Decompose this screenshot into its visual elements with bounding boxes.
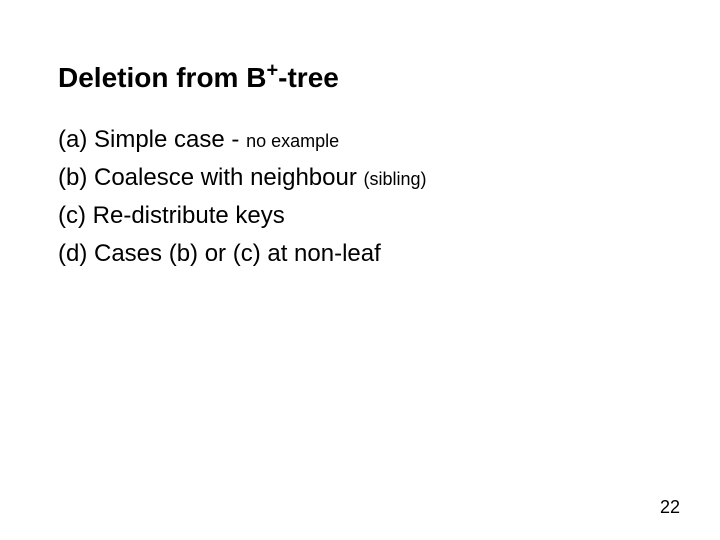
list-item: (d) Cases (b) or (c) at non-leaf: [58, 236, 662, 272]
title-pre: Deletion from B: [58, 62, 266, 93]
item-b-label: (b) Coalesce with neighbour: [58, 164, 364, 191]
item-b-small: (sibling): [364, 169, 427, 189]
item-d-label: (d) Cases (b) or (c) at non-leaf: [58, 240, 381, 267]
list-item: (a) Simple case - no example: [58, 122, 662, 158]
page-number: 22: [660, 497, 680, 518]
slide-title: Deletion from B+-tree: [58, 62, 662, 94]
list-item: (b) Coalesce with neighbour (sibling): [58, 160, 662, 196]
item-a-label: (a) Simple case -: [58, 126, 246, 153]
item-c-label: (c) Re-distribute keys: [58, 202, 285, 229]
item-a-small: no example: [246, 131, 339, 151]
title-superscript: +: [266, 60, 278, 82]
item-list: (a) Simple case - no example (b) Coalesc…: [58, 122, 662, 272]
list-item: (c) Re-distribute keys: [58, 198, 662, 234]
title-post: -tree: [278, 62, 339, 93]
